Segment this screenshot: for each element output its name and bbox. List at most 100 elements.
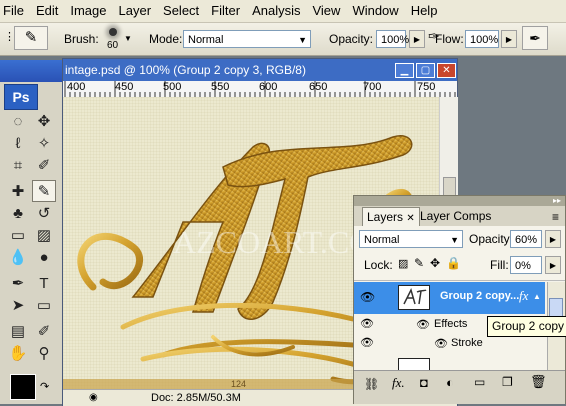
panel-menu-icon[interactable]: ≡ bbox=[552, 210, 559, 224]
ruler-label: 650 bbox=[309, 81, 328, 93]
history-brush-tool-icon[interactable]: ↺ bbox=[32, 202, 56, 224]
brush-icon: ✎ bbox=[24, 29, 38, 46]
type-tool-icon[interactable]: T bbox=[32, 272, 56, 294]
dodge-tool-icon[interactable]: ● bbox=[32, 246, 56, 268]
menu-view[interactable]: View bbox=[306, 0, 346, 22]
next-layer-row[interactable] bbox=[354, 356, 545, 370]
visibility-eye-icon[interactable]: 👁 bbox=[360, 290, 375, 304]
add-style-icon[interactable]: fx. bbox=[392, 375, 405, 391]
menu-file[interactable]: File bbox=[0, 0, 30, 22]
mode-value: Normal bbox=[188, 34, 224, 46]
lasso-tool-icon[interactable]: ℓ bbox=[6, 132, 30, 154]
ruler-label: 550 bbox=[211, 81, 230, 93]
tab-layer-comps[interactable]: Layer Comps bbox=[416, 207, 495, 226]
eraser-tool-icon[interactable]: ▭ bbox=[6, 224, 30, 246]
toolbox-grip[interactable] bbox=[0, 60, 64, 82]
lock-position-icon[interactable]: ✥ bbox=[430, 256, 440, 270]
lock-label: Lock: bbox=[364, 258, 393, 272]
expand-effects-icon[interactable]: ▲ bbox=[533, 292, 541, 301]
foreground-color-swatch[interactable] bbox=[10, 374, 36, 400]
layer-name: Group 2 copy... bbox=[440, 290, 520, 302]
collapse-icon[interactable]: ▸▸ bbox=[553, 196, 561, 205]
effects-eye-icon[interactable]: 👁 bbox=[416, 318, 430, 331]
opacity-slider-button[interactable]: ▶ bbox=[409, 30, 425, 48]
flow-slider-button[interactable]: ▶ bbox=[501, 30, 517, 48]
flow-value: 100% bbox=[470, 34, 499, 46]
chevron-down-icon: ▼ bbox=[298, 35, 307, 45]
lock-image-icon[interactable]: ✎ bbox=[414, 256, 424, 270]
options-bar: ⋮ ✎ Brush: 60 ▼ Mode: Normal ▼ Opacity: … bbox=[0, 23, 566, 56]
fill-input[interactable]: 0% bbox=[510, 256, 542, 274]
stroke-visibility-eye-icon[interactable]: 👁 bbox=[360, 336, 374, 349]
path-selection-tool-icon[interactable]: ➤ bbox=[6, 294, 30, 316]
horizontal-ruler: 400 450 500 550 600 650 700 750 bbox=[63, 81, 457, 98]
lock-all-icon[interactable]: 🔒 bbox=[446, 256, 461, 270]
next-layer-thumbnail bbox=[398, 358, 430, 370]
rectangle-tool-icon[interactable]: ▭ bbox=[32, 294, 56, 316]
maximize-button[interactable]: ▢ bbox=[416, 63, 435, 78]
ruler-label: 750 bbox=[417, 81, 436, 93]
menu-edit[interactable]: Edit bbox=[30, 0, 64, 22]
layer-opacity-slider-button[interactable]: ▶ bbox=[545, 230, 561, 248]
fill-slider-button[interactable]: ▶ bbox=[545, 256, 561, 274]
clone-stamp-tool-icon[interactable]: ♣ bbox=[6, 202, 30, 224]
tool-preset-picker[interactable]: ✎ bbox=[14, 26, 48, 50]
ps-logo: Ps bbox=[4, 84, 38, 110]
pen-tool-icon[interactable]: ✒ bbox=[6, 272, 30, 294]
airbrush-button[interactable]: ✒ bbox=[522, 26, 548, 50]
layer-row-group-2-copy[interactable]: 👁 Group 2 copy... fx ▲ bbox=[354, 282, 545, 314]
add-mask-icon[interactable]: ◘ bbox=[420, 375, 428, 390]
eyedropper-tool-icon[interactable]: ✐ bbox=[32, 154, 56, 176]
minimize-button[interactable]: ▁ bbox=[395, 63, 414, 78]
opacity-label: Opacity: bbox=[329, 32, 374, 46]
swap-colors-icon[interactable]: ↷ bbox=[40, 380, 52, 393]
close-icon[interactable]: ✕ bbox=[406, 213, 414, 224]
menu-window[interactable]: Window bbox=[346, 0, 404, 22]
layers-bottom-bar: ⛓ fx. ◘ ◐ ▭ ❐ 🗑 bbox=[354, 370, 565, 404]
hand-tool-icon[interactable]: ✋ bbox=[6, 342, 30, 364]
new-group-icon[interactable]: ▭ bbox=[474, 375, 485, 389]
tab-layers[interactable]: Layers ✕ bbox=[362, 207, 420, 227]
effects-visibility-eye-icon[interactable]: 👁 bbox=[360, 317, 374, 330]
gradient-tool-icon[interactable]: ▨ bbox=[32, 224, 56, 246]
notes-tool-icon[interactable]: ▤ bbox=[6, 320, 30, 342]
menu-select[interactable]: Select bbox=[157, 0, 205, 22]
link-layers-icon[interactable]: ⛓ bbox=[364, 377, 379, 391]
brush-picker[interactable]: 60 ▼ bbox=[100, 25, 132, 53]
delete-layer-icon[interactable]: 🗑 bbox=[530, 374, 547, 390]
opacity-input[interactable]: 100% bbox=[376, 30, 409, 48]
frame-number: 124 bbox=[231, 379, 246, 389]
panel-header[interactable] bbox=[354, 196, 565, 206]
lock-transparency-icon[interactable]: ▨ bbox=[398, 257, 408, 270]
brush-tool-icon[interactable]: ✎ bbox=[32, 180, 56, 202]
document-title-bar[interactable]: intage.psd @ 100% (Group 2 copy 3, RGB/8… bbox=[63, 59, 457, 81]
layer-thumbnail bbox=[398, 285, 430, 310]
magic-wand-tool-icon[interactable]: ✧ bbox=[32, 132, 56, 154]
crop-tool-icon[interactable]: ⌗ bbox=[6, 154, 30, 176]
layer-opacity-input[interactable]: 60% bbox=[510, 230, 542, 248]
stroke-eye-icon[interactable]: 👁 bbox=[434, 337, 448, 350]
adjustment-layer-icon[interactable]: ◐ bbox=[446, 375, 454, 390]
marquee-tool-icon[interactable]: ◌ bbox=[6, 110, 30, 132]
move-tool-icon[interactable]: ✥ bbox=[32, 110, 56, 132]
menu-analysis[interactable]: Analysis bbox=[246, 0, 306, 22]
close-button[interactable]: ✕ bbox=[437, 63, 456, 78]
new-layer-icon[interactable]: ❐ bbox=[502, 375, 513, 389]
menu-image[interactable]: Image bbox=[64, 0, 112, 22]
zoom-tool-icon[interactable]: ⚲ bbox=[32, 342, 56, 364]
blend-mode-select[interactable]: Normal ▼ bbox=[359, 230, 463, 248]
blur-tool-icon[interactable]: 💧 bbox=[6, 246, 30, 268]
menu-filter[interactable]: Filter bbox=[205, 0, 246, 22]
ruler-label: 600 bbox=[259, 81, 278, 93]
document-title: intage.psd @ 100% (Group 2 copy 3, RGB/8… bbox=[65, 63, 306, 77]
menu-help[interactable]: Help bbox=[405, 0, 444, 22]
mode-select[interactable]: Normal ▼ bbox=[183, 30, 311, 48]
divider bbox=[354, 280, 565, 281]
flow-input[interactable]: 100% bbox=[465, 30, 499, 48]
blend-mode-value: Normal bbox=[364, 234, 400, 246]
healing-brush-tool-icon[interactable]: ✚ bbox=[6, 180, 30, 202]
menu-layer[interactable]: Layer bbox=[113, 0, 158, 22]
thumbnail-art bbox=[403, 287, 427, 305]
brush-tip-icon bbox=[109, 28, 117, 36]
color-sampler-tool-icon[interactable]: ✐ bbox=[32, 320, 56, 342]
